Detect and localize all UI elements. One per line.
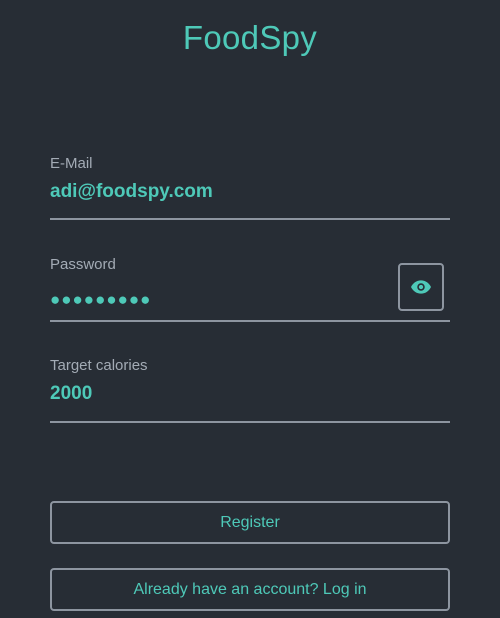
email-field[interactable]: E-Mail adi@foodspy.com	[50, 155, 450, 223]
email-underline	[50, 218, 450, 220]
password-field[interactable]: Password ●●●●●●●●●	[50, 256, 450, 324]
email-input[interactable]: adi@foodspy.com	[50, 181, 213, 203]
app-title: FoodSpy	[182, 19, 318, 56]
login-link-button[interactable]: Already have an account? Log in	[50, 568, 450, 611]
eye-icon	[411, 280, 431, 294]
register-button[interactable]: Register	[50, 501, 450, 544]
password-underline	[50, 320, 450, 322]
email-label: E-Mail	[50, 155, 93, 172]
password-label: Password	[50, 256, 116, 273]
target-calories-underline	[50, 421, 450, 423]
target-calories-label: Target calories	[50, 357, 148, 374]
target-calories-input[interactable]: 2000	[50, 383, 92, 405]
password-input[interactable]: ●●●●●●●●●	[50, 290, 151, 310]
target-calories-field[interactable]: Target calories 2000	[50, 357, 450, 425]
toggle-password-visibility-button[interactable]	[398, 263, 444, 311]
